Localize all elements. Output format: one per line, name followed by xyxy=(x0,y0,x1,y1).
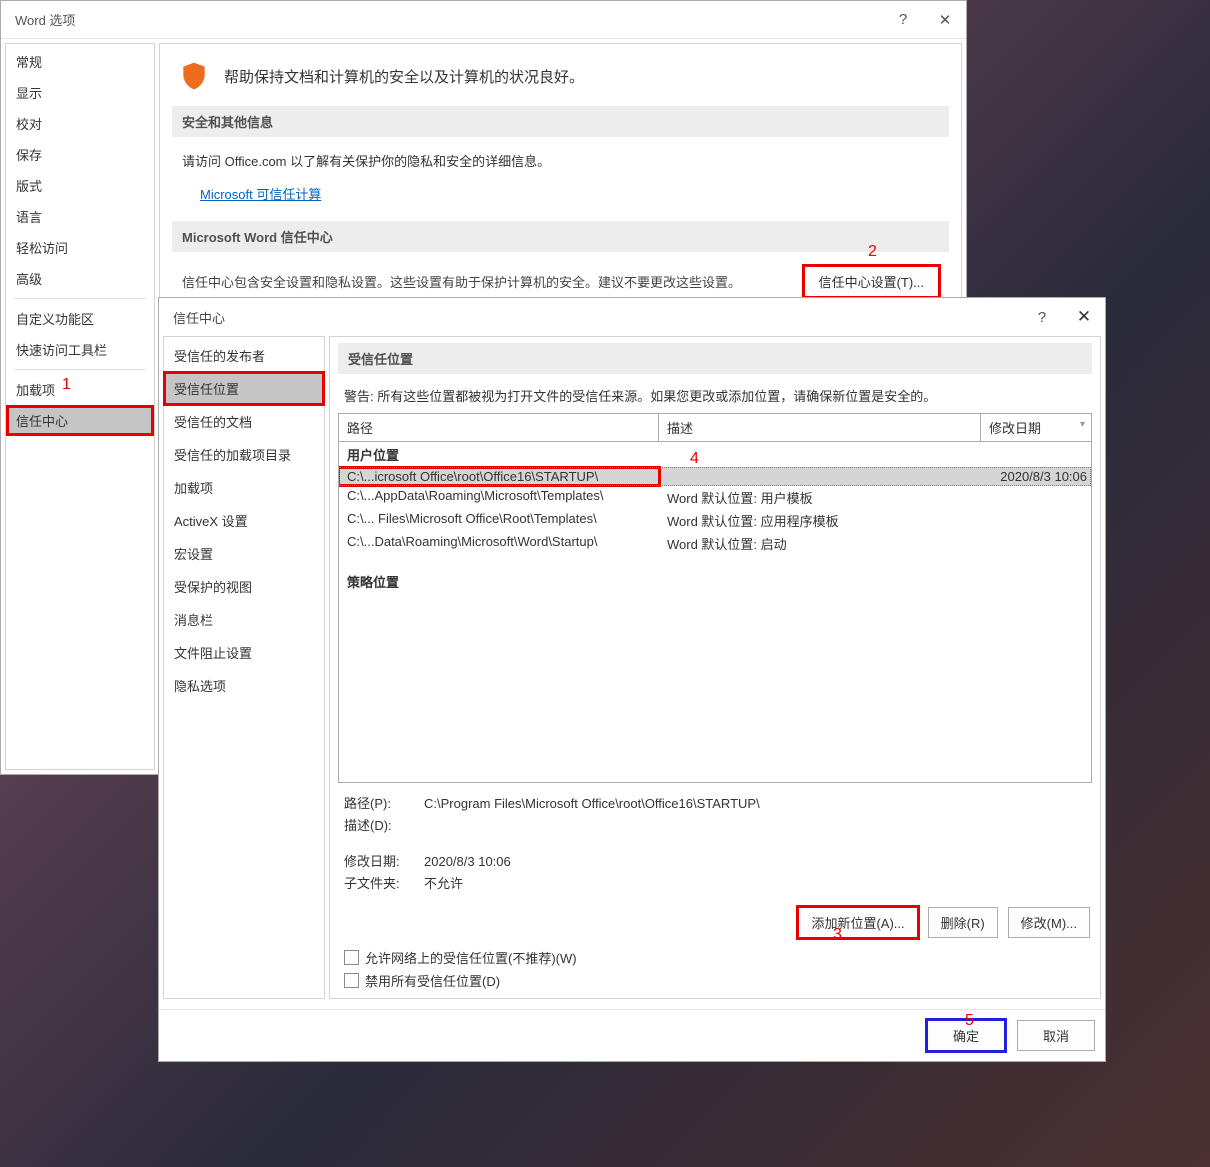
table-row[interactable]: C:\... Files\Microsoft Office\Root\Templ… xyxy=(339,509,1091,532)
trust-center-title: 信任中心 xyxy=(173,308,1021,327)
trust-center-settings-button[interactable]: 信任中心设置(T)... xyxy=(804,266,939,297)
sidebar-separator xyxy=(14,298,146,299)
table-body: 用户位置 C:\...icrosoft Office\root\Office16… xyxy=(339,442,1091,782)
trustworthy-computing-link[interactable]: Microsoft 可信任计算 xyxy=(200,187,321,202)
table-row[interactable]: C:\...Data\Roaming\Microsoft\Word\Startu… xyxy=(339,532,1091,555)
table-header: 路径 描述 修改日期 xyxy=(339,414,1091,442)
trusted-locations-header: 受信任位置 xyxy=(338,343,1092,374)
allow-network-checkbox-row[interactable]: 允许网络上的受信任位置(不推荐)(W) xyxy=(338,946,1092,969)
remove-location-button[interactable]: 删除(R) xyxy=(928,907,998,938)
sidebar-item-trusted-docs[interactable]: 受信任的文档 xyxy=(164,405,324,438)
sidebar-item-trusted-locations[interactable]: 受信任位置 xyxy=(164,372,324,405)
trusted-locations-warning: 警告: 所有这些位置都被视为打开文件的受信任来源。如果您更改或添加位置，请确保新… xyxy=(338,382,1092,413)
sidebar-item-advanced[interactable]: 高级 xyxy=(6,263,154,294)
add-location-button[interactable]: 添加新位置(A)... xyxy=(798,907,917,938)
cell-desc: Word 默认位置: 应用程序模板 xyxy=(659,510,981,531)
sidebar-item-accessibility[interactable]: 轻松访问 xyxy=(6,232,154,263)
sidebar-item-proofing[interactable]: 校对 xyxy=(6,108,154,139)
sidebar-item-language[interactable]: 语言 xyxy=(6,201,154,232)
sidebar-item-save[interactable]: 保存 xyxy=(6,139,154,170)
trust-center-content: 受信任位置 警告: 所有这些位置都被视为打开文件的受信任来源。如果您更改或添加位… xyxy=(329,336,1101,999)
sidebar-item-ribbon[interactable]: 自定义功能区 xyxy=(6,303,154,334)
group-policy-locations: 策略位置 xyxy=(339,569,1091,594)
trust-center-titlebar: 信任中心 ? ✕ xyxy=(159,298,1105,336)
detail-desc-value xyxy=(424,815,1086,837)
sidebar-item-publishers[interactable]: 受信任的发布者 xyxy=(164,339,324,372)
disable-all-label: 禁用所有受信任位置(D) xyxy=(365,971,500,990)
word-options-sidebar: 常规 显示 校对 保存 版式 语言 轻松访问 高级 自定义功能区 快速访问工具栏… xyxy=(5,43,155,770)
checkbox-icon[interactable] xyxy=(344,950,359,965)
sidebar-item-addins[interactable]: 加载项 xyxy=(6,374,154,405)
sidebar-item-display[interactable]: 显示 xyxy=(6,77,154,108)
detail-sub-label: 子文件夹: xyxy=(344,873,424,895)
col-desc[interactable]: 描述 xyxy=(659,414,981,441)
sidebar-item-activex[interactable]: ActiveX 设置 xyxy=(164,504,324,537)
cancel-button[interactable]: 取消 xyxy=(1017,1020,1095,1051)
cell-desc: Word 默认位置: 用户模板 xyxy=(659,487,981,508)
cell-desc xyxy=(659,468,981,485)
section-trust-center-header: Microsoft Word 信任中心 xyxy=(172,221,949,252)
checkbox-icon[interactable] xyxy=(344,973,359,988)
sidebar-item-macros[interactable]: 宏设置 xyxy=(164,537,324,570)
sidebar-separator xyxy=(14,369,146,370)
cell-path: C:\... Files\Microsoft Office\Root\Templ… xyxy=(339,510,659,531)
trust-center-text: 信任中心包含安全设置和隐私设置。这些设置有助于保护计算机的安全。建议不要更改这些… xyxy=(182,272,792,291)
cell-date: 2020/8/3 10:06 xyxy=(981,468,1091,485)
cell-date xyxy=(981,487,1091,508)
sidebar-item-privacy[interactable]: 隐私选项 xyxy=(164,669,324,702)
sidebar-item-general[interactable]: 常规 xyxy=(6,46,154,77)
close-button[interactable]: ✕ xyxy=(1063,298,1105,336)
security-info-text: 请访问 Office.com 以了解有关保护你的隐私和安全的详细信息。 xyxy=(182,151,939,170)
table-row[interactable]: C:\...AppData\Roaming\Microsoft\Template… xyxy=(339,486,1091,509)
detail-path-value: C:\Program Files\Microsoft Office\root\O… xyxy=(424,793,1086,815)
cell-path: C:\...icrosoft Office\root\Office16\STAR… xyxy=(339,468,659,485)
help-button[interactable]: ? xyxy=(882,1,924,39)
detail-date-label: 修改日期: xyxy=(344,851,424,873)
trust-center-sidebar: 受信任的发布者 受信任位置 受信任的文档 受信任的加载项目录 加载项 Activ… xyxy=(163,336,325,999)
content-header: 帮助保持文档和计算机的安全以及计算机的状况良好。 xyxy=(172,54,949,106)
word-options-title: Word 选项 xyxy=(15,10,882,29)
modify-location-button[interactable]: 修改(M)... xyxy=(1008,907,1090,938)
sidebar-item-addins[interactable]: 加载项 xyxy=(164,471,324,504)
col-date[interactable]: 修改日期 xyxy=(981,414,1091,441)
sidebar-item-addin-catalogs[interactable]: 受信任的加载项目录 xyxy=(164,438,324,471)
cell-desc: Word 默认位置: 启动 xyxy=(659,533,981,554)
shield-icon xyxy=(178,60,210,92)
detail-date-value: 2020/8/3 10:06 xyxy=(424,851,1086,873)
help-button[interactable]: ? xyxy=(1021,298,1063,336)
trust-center-body: 受信任的发布者 受信任位置 受信任的文档 受信任的加载项目录 加载项 Activ… xyxy=(159,336,1105,1003)
close-button[interactable]: ✕ xyxy=(924,1,966,39)
sidebar-item-file-block[interactable]: 文件阻止设置 xyxy=(164,636,324,669)
cell-date xyxy=(981,533,1091,554)
col-path[interactable]: 路径 xyxy=(339,414,659,441)
cell-date xyxy=(981,510,1091,531)
cell-path: C:\...AppData\Roaming\Microsoft\Template… xyxy=(339,487,659,508)
location-details: 路径(P): C:\Program Files\Microsoft Office… xyxy=(338,783,1092,899)
section-security-info-header: 安全和其他信息 xyxy=(172,106,949,137)
sidebar-item-protected-view[interactable]: 受保护的视图 xyxy=(164,570,324,603)
group-user-locations: 用户位置 xyxy=(339,442,1091,467)
ok-button[interactable]: 确定 xyxy=(927,1020,1005,1051)
content-headline: 帮助保持文档和计算机的安全以及计算机的状况良好。 xyxy=(224,66,584,87)
detail-path-label: 路径(P): xyxy=(344,793,424,815)
allow-network-label: 允许网络上的受信任位置(不推荐)(W) xyxy=(365,948,577,967)
sidebar-item-message-bar[interactable]: 消息栏 xyxy=(164,603,324,636)
cell-path: C:\...Data\Roaming\Microsoft\Word\Startu… xyxy=(339,533,659,554)
table-row[interactable]: C:\...icrosoft Office\root\Office16\STAR… xyxy=(339,467,1091,486)
trust-center-dialog: 信任中心 ? ✕ 受信任的发布者 受信任位置 受信任的文档 受信任的加载项目录 … xyxy=(158,297,1106,1062)
sidebar-item-trust-center[interactable]: 信任中心 xyxy=(6,405,154,436)
location-actions: 添加新位置(A)... 删除(R) 修改(M)... xyxy=(338,899,1092,946)
sidebar-item-layout[interactable]: 版式 xyxy=(6,170,154,201)
detail-desc-label: 描述(D): xyxy=(344,815,424,837)
disable-all-checkbox-row[interactable]: 禁用所有受信任位置(D) xyxy=(338,969,1092,992)
trust-center-footer: 确定 取消 xyxy=(159,1009,1105,1061)
trusted-locations-table: 路径 描述 修改日期 用户位置 C:\...icrosoft Office\ro… xyxy=(338,413,1092,783)
word-options-titlebar: Word 选项 ? ✕ xyxy=(1,1,966,39)
sidebar-item-qat[interactable]: 快速访问工具栏 xyxy=(6,334,154,365)
detail-sub-value: 不允许 xyxy=(424,873,1086,895)
section-security-info-body: 请访问 Office.com 以了解有关保护你的隐私和安全的详细信息。 Micr… xyxy=(172,147,949,221)
